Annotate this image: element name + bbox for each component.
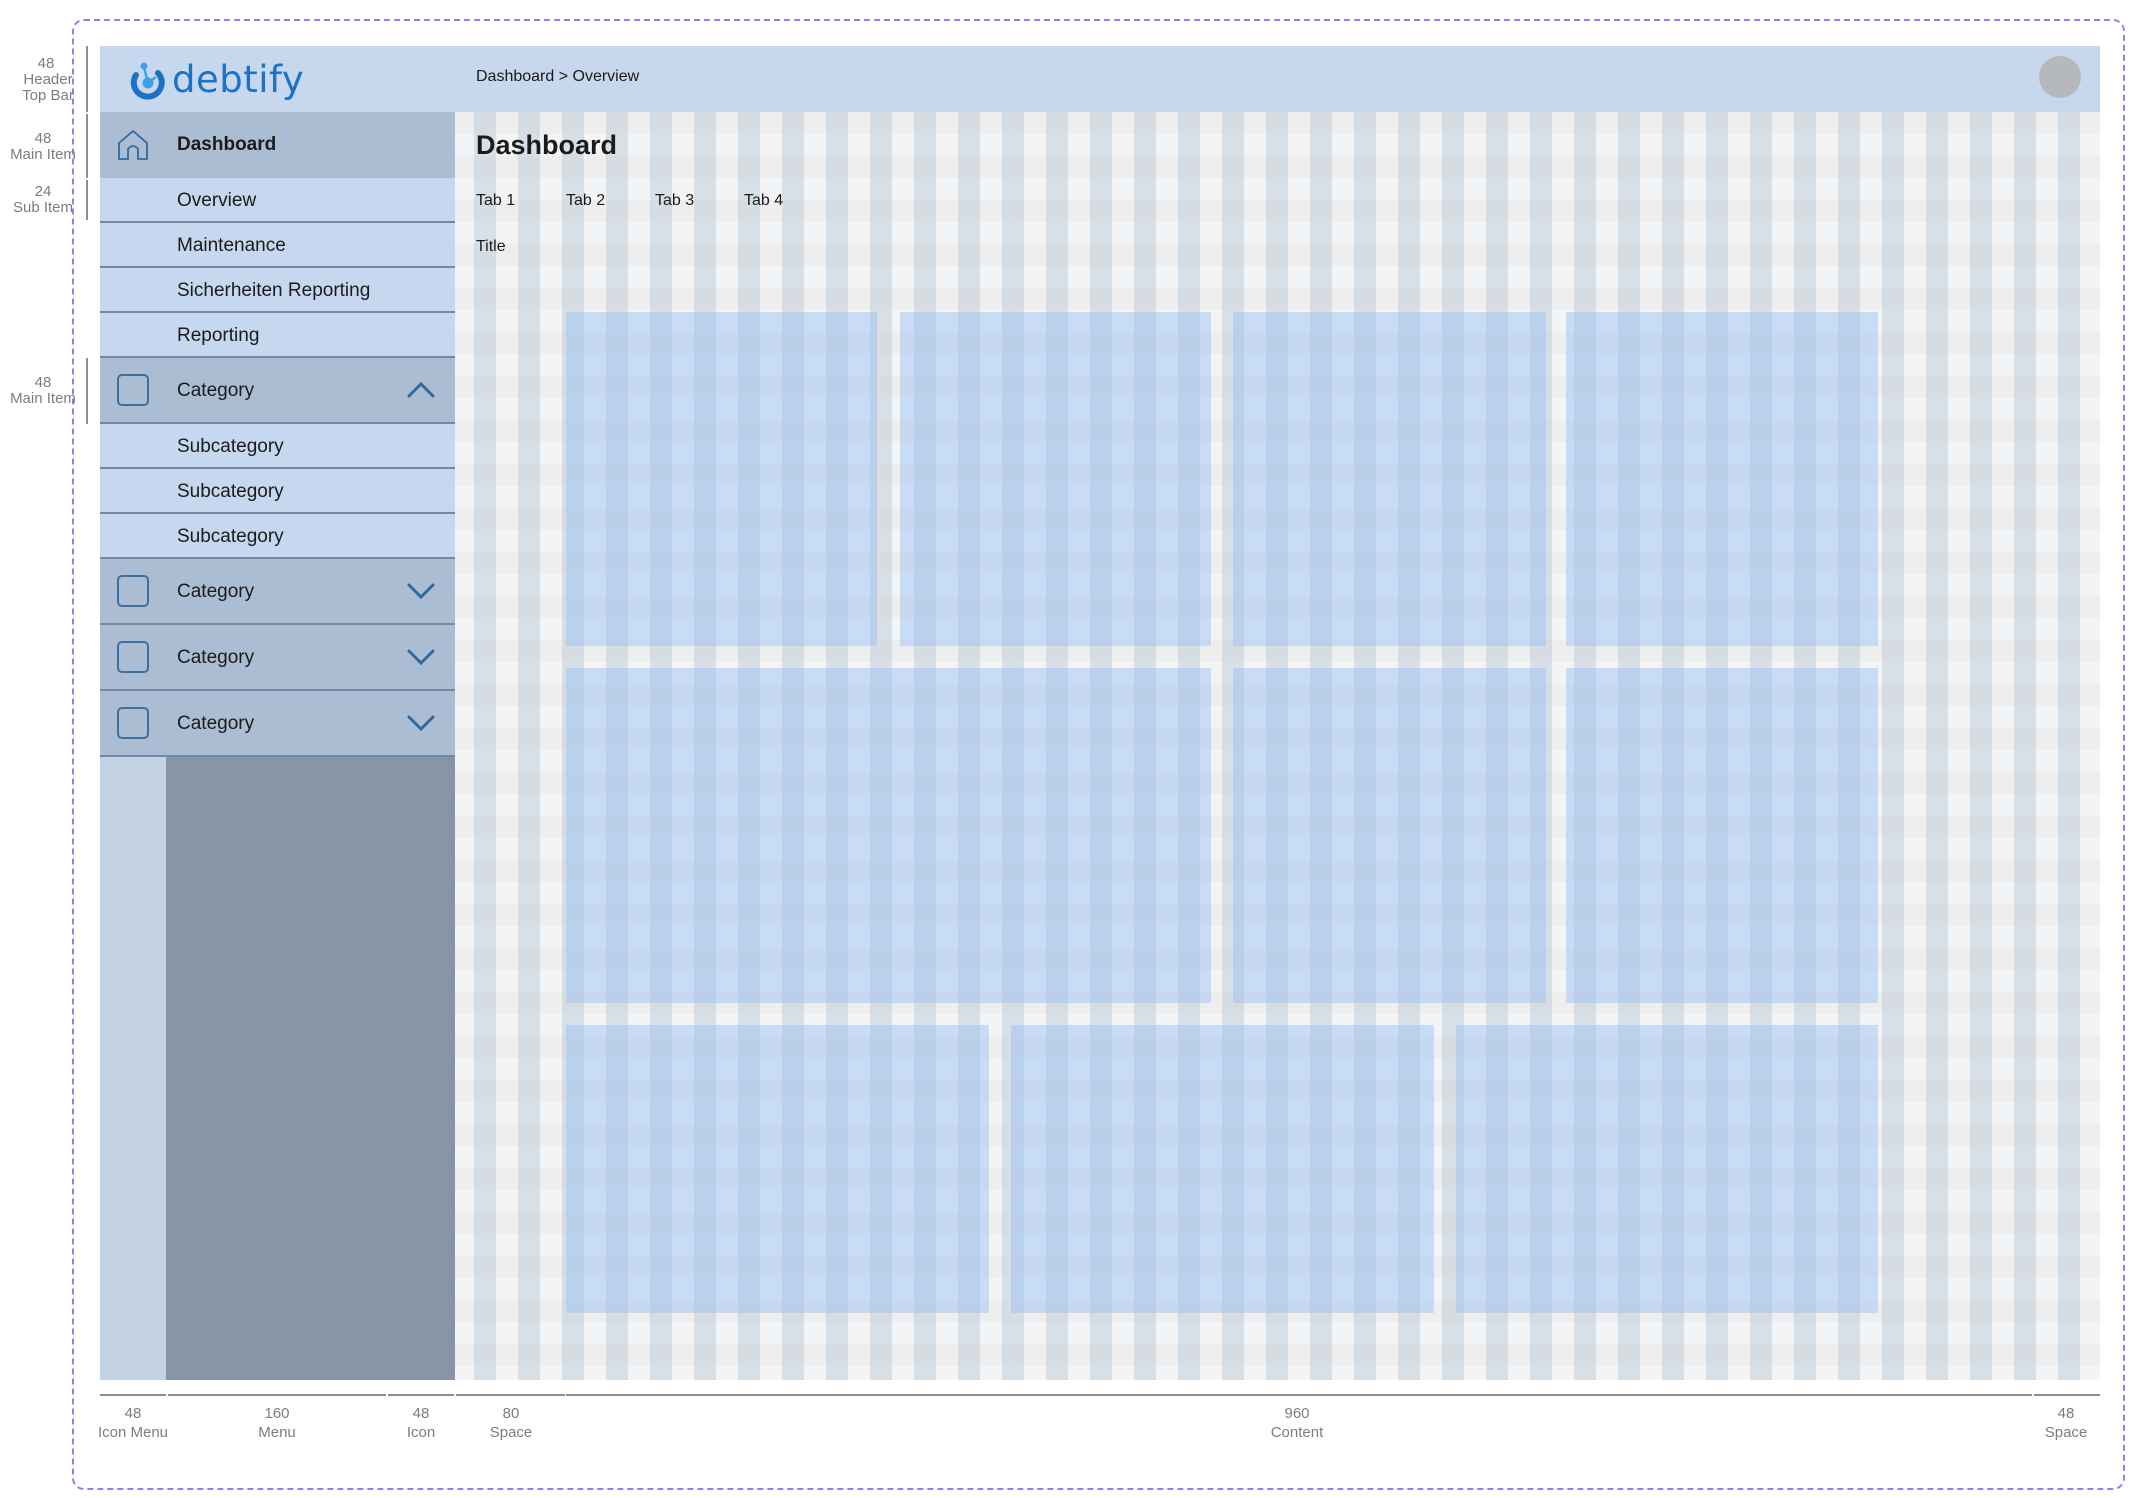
content-tile (566, 1025, 989, 1313)
chevron-down-icon[interactable] (406, 711, 436, 735)
sidebar-item-label: Subcategory (177, 481, 284, 502)
sidebar-subcategory[interactable]: Subcategory (100, 469, 455, 514)
annotation-line (456, 1394, 565, 1396)
annotation-value: 48 (412, 1405, 430, 1422)
sidebar-subitem-reporting[interactable]: Reporting (100, 313, 455, 358)
sidebar-subcategory[interactable]: Subcategory (100, 514, 455, 559)
sidebar-subcategory[interactable]: Subcategory (100, 424, 455, 469)
annotation-line (388, 1394, 454, 1396)
content-tile (1011, 1025, 1434, 1313)
sidebar-category-3[interactable]: Category (100, 625, 455, 691)
sidebar-category-1[interactable]: Category (100, 358, 455, 424)
app-canvas: debtify Dashboard > Overview Dashboard O… (100, 46, 2100, 1380)
sidebar-item-label: Category (177, 380, 255, 401)
annotation-content: 960 Content (1247, 1406, 1347, 1441)
annotation-space-left: 80 Space (461, 1406, 561, 1441)
annotation-value: 960 (1284, 1405, 1310, 1422)
sidebar-item-label: Maintenance (177, 235, 286, 256)
category-icon (117, 575, 149, 607)
tab-4[interactable]: Tab 4 (744, 192, 783, 210)
content-tile (1233, 668, 1546, 1003)
content-tile (566, 312, 877, 646)
user-avatar[interactable] (2039, 56, 2081, 98)
top-bar: debtify Dashboard > Overview (100, 46, 2100, 112)
sidebar: Dashboard Overview Maintenance Sicherhei… (100, 112, 455, 1380)
annotation-label: Main Item (10, 146, 76, 163)
annotation-label: Main Item (10, 390, 76, 407)
sidebar-item-label: Subcategory (177, 436, 284, 457)
content-tile (1456, 1025, 1878, 1313)
category-icon (117, 707, 149, 739)
content-tile (1233, 312, 1546, 646)
content-tile (1566, 312, 1878, 646)
sidebar-category-4[interactable]: Category (100, 691, 455, 757)
chevron-down-icon[interactable] (406, 645, 436, 669)
chevron-down-icon[interactable] (406, 579, 436, 603)
sidebar-item-label: Category (177, 581, 255, 602)
annotation-sub-item: 24 Sub Item (0, 184, 86, 216)
sidebar-item-dashboard[interactable]: Dashboard (100, 112, 455, 178)
annotation-icon: 48 Icon (371, 1406, 471, 1441)
annotation-value: 80 (502, 1405, 520, 1422)
annotation-main-item: 48 Main Item (0, 131, 86, 163)
annotation-label: Menu (258, 1424, 296, 1441)
chevron-up-icon[interactable] (406, 378, 436, 402)
annotation-line-main-item (86, 114, 88, 178)
home-icon (118, 130, 148, 160)
annotation-label: Space (489, 1424, 533, 1441)
breadcrumb[interactable]: Dashboard > Overview (476, 68, 639, 86)
sidebar-item-label: Dashboard (177, 134, 277, 155)
annotation-value: 48 (34, 374, 52, 391)
icon-menu-column (100, 757, 166, 1380)
sidebar-subitem-overview[interactable]: Overview (100, 178, 455, 223)
page-title: Dashboard (476, 130, 618, 160)
annotation-value: 48 (34, 130, 52, 147)
tab-1[interactable]: Tab 1 (476, 192, 515, 210)
sidebar-subitem-sicherheiten-reporting[interactable]: Sicherheiten Reporting (100, 268, 455, 313)
section-title: Title (476, 238, 506, 255)
brand-logo[interactable]: debtify (128, 59, 304, 101)
annotation-header: 48 Header Top Bar (6, 56, 86, 104)
annotation-line-sub-item (86, 180, 88, 220)
annotation-menu: 160 Menu (227, 1406, 327, 1441)
menu-empty-area (166, 757, 455, 1380)
sidebar-item-label: Overview (177, 190, 257, 211)
debtify-logo-icon (130, 62, 165, 100)
sidebar-subitem-maintenance[interactable]: Maintenance (100, 223, 455, 268)
tab-2[interactable]: Tab 2 (566, 192, 605, 210)
annotation-line-main-item-2 (86, 358, 88, 424)
annotation-main-item-2: 48 Main Item (0, 375, 86, 407)
annotation-value: 48 (37, 55, 55, 72)
sidebar-item-label: Category (177, 647, 255, 668)
annotation-value: 48 (2057, 1405, 2075, 1422)
annotation-icon-menu: 48 Icon Menu (83, 1406, 183, 1441)
sidebar-item-label: Category (177, 713, 255, 734)
category-icon (117, 641, 149, 673)
content-tile-wide (566, 668, 1211, 1003)
sidebar-item-label: Reporting (177, 325, 260, 346)
category-icon (117, 374, 149, 406)
sidebar-item-label: Subcategory (177, 526, 284, 547)
annotation-value: 48 (124, 1405, 142, 1422)
annotation-line-header (86, 46, 88, 112)
annotation-line (100, 1394, 166, 1396)
annotation-line (2034, 1394, 2100, 1396)
sidebar-category-2[interactable]: Category (100, 559, 455, 625)
annotation-line (566, 1394, 2032, 1396)
annotation-label: Icon (406, 1424, 436, 1441)
annotation-value: 160 (264, 1405, 290, 1422)
annotation-label: Icon Menu (97, 1424, 169, 1441)
annotation-value: 24 (34, 183, 52, 200)
annotation-label: Content (1270, 1424, 1324, 1441)
sidebar-item-label: Sicherheiten Reporting (177, 280, 371, 301)
annotation-label: Sub Item (12, 199, 74, 216)
content-tile (900, 312, 1211, 646)
content-tile (1566, 668, 1878, 1003)
annotation-label: Header Top Bar (22, 71, 74, 104)
brand-name: debtify (172, 58, 305, 101)
tab-3[interactable]: Tab 3 (655, 192, 694, 210)
annotation-label: Space (2044, 1424, 2088, 1441)
annotation-line (168, 1394, 386, 1396)
annotation-space-right: 48 Space (2016, 1406, 2116, 1441)
